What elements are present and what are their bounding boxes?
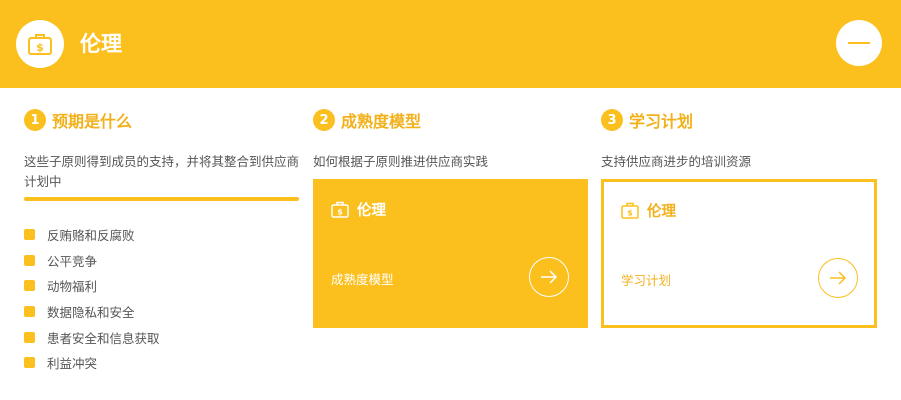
learning-plan-card[interactable]: $ 伦理 学习计划 xyxy=(601,179,877,328)
svg-text:$: $ xyxy=(36,41,44,54)
list-item: 患者安全和信息获取 xyxy=(24,324,160,350)
card-title: 伦理 xyxy=(357,203,386,219)
square-bullet-icon xyxy=(24,331,35,343)
step-description: 这些子原则得到成员的支持，并将其整合到供应商计划中 xyxy=(24,154,300,189)
column-expectations: 1 预期是什么 这些子原则得到成员的支持，并将其整合到供应商计划中 反贿赂和反腐… xyxy=(24,108,299,388)
card-header: $ 伦理 xyxy=(331,199,386,220)
list-item: 利益冲突 xyxy=(24,350,160,376)
collapse-button[interactable] xyxy=(836,20,882,66)
square-bullet-icon xyxy=(24,280,35,292)
money-bag-icon: $ xyxy=(331,201,349,218)
square-bullet-icon xyxy=(24,357,35,369)
step-header: 3 学习计划 xyxy=(601,108,877,132)
maturity-model-card[interactable]: $ 伦理 成熟度模型 xyxy=(313,179,588,328)
square-bullet-icon xyxy=(24,229,35,241)
svg-text:$: $ xyxy=(627,209,633,218)
step-number-badge: 1 xyxy=(24,109,46,131)
step-number-badge: 3 xyxy=(601,109,623,131)
money-bag-icon: $ xyxy=(16,20,64,68)
svg-text:$: $ xyxy=(337,208,343,217)
card-header: $ 伦理 xyxy=(621,200,676,221)
step-header: 2 成熟度模型 xyxy=(313,108,588,132)
sub-principle-list: 反贿赂和反腐败 公平竞争 动物福利 数据隐私和安全 患者安全和信息获取 利益冲突 xyxy=(24,222,160,376)
step-title: 学习计划 xyxy=(629,112,694,131)
list-item: 反贿赂和反腐败 xyxy=(24,222,160,248)
divider-bar xyxy=(24,197,299,201)
arrow-right-icon[interactable] xyxy=(529,257,569,297)
step-header: 1 预期是什么 xyxy=(24,108,299,132)
money-bag-icon: $ xyxy=(621,202,639,219)
card-link-label: 学习计划 xyxy=(621,273,672,288)
column-maturity-model: 2 成熟度模型 如何根据子原则推进供应商实践 $ 伦理 成熟度模型 xyxy=(313,108,588,330)
step-description: 支持供应商进步的培训资源 xyxy=(601,154,752,169)
list-item: 动物福利 xyxy=(24,273,160,299)
step-description: 如何根据子原则推进供应商实践 xyxy=(313,154,489,169)
arrow-right-icon[interactable] xyxy=(818,258,858,298)
page-title: 伦理 xyxy=(80,32,122,56)
panel-header: $ 伦理 xyxy=(0,0,901,88)
square-bullet-icon xyxy=(24,306,35,318)
step-title: 成熟度模型 xyxy=(341,112,422,131)
list-item: 数据隐私和安全 xyxy=(24,299,160,325)
card-link-label: 成熟度模型 xyxy=(331,272,394,287)
card-title: 伦理 xyxy=(647,204,676,220)
step-title: 预期是什么 xyxy=(52,112,133,131)
ethics-panel: $ 伦理 1 预期是什么 这些子原则得到成员的支持，并将其整合到供应商计划中 反… xyxy=(0,0,901,400)
minus-icon xyxy=(848,42,870,44)
column-learning-plan: 3 学习计划 支持供应商进步的培训资源 $ 伦理 学习计划 xyxy=(601,108,877,330)
step-number-badge: 2 xyxy=(313,109,335,131)
list-item: 公平竞争 xyxy=(24,248,160,274)
square-bullet-icon xyxy=(24,254,35,266)
